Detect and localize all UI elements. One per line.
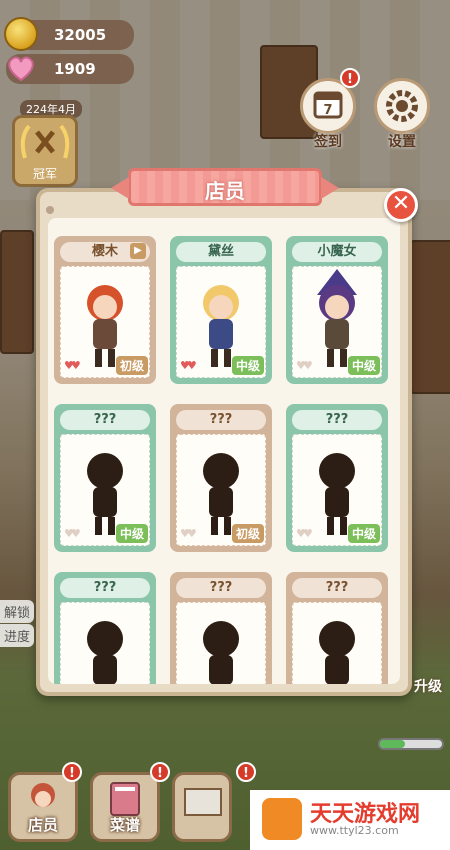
close-button[interactable]: ✕ <box>384 188 418 222</box>
affection-hearts-icon: ♥♥ <box>180 359 197 372</box>
staff-card-locked[interactable]: ??? ♥♥ 中级 <box>54 404 156 552</box>
panel-pin-dot <box>46 206 54 214</box>
heart-icon <box>4 51 38 85</box>
nav-recipe-button[interactable]: 菜谱 <box>90 772 160 842</box>
staff-level-badge: 中级 <box>347 356 380 375</box>
settings-button[interactable]: 设置 <box>374 78 430 150</box>
affection-hearts-icon: ♥♥ <box>296 527 313 540</box>
nav-shop-button[interactable] <box>172 772 232 842</box>
staff-level-badge: 中级 <box>115 524 148 543</box>
staff-card-name: ??? <box>292 578 382 598</box>
site-watermark: 天天游戏网 www.ttyl23.com <box>250 790 450 850</box>
shop-icon <box>184 788 222 816</box>
staff-alert-badge: ! <box>62 762 82 782</box>
upgrade-progress-fill <box>380 740 405 748</box>
character-figure <box>87 621 123 684</box>
shop-alert-badge: ! <box>236 762 256 782</box>
staff-card-name: ??? <box>60 410 150 430</box>
watermark-logo <box>262 798 302 840</box>
nav-recipe-label: 菜谱 <box>109 816 140 834</box>
unlock-label: 解锁 <box>0 600 35 623</box>
video-icon[interactable]: ▶ <box>130 243 146 259</box>
trophy-label: 冠军 <box>32 167 57 181</box>
staff-level-badge: 中级 <box>347 524 380 543</box>
staff-card-locked[interactable]: ???♥♥ <box>286 572 388 684</box>
watermark-url: www.ttyl23.com <box>310 824 399 837</box>
character-figure <box>203 621 239 684</box>
staff-card[interactable]: 樱木 ▶ ♥♥ 初级 <box>54 236 156 384</box>
staff-modal: 樱木 ▶ ♥♥ 初级 黛丝 ♥♥ 中级 小魔女 ♥♥ 中级??? ♥♥ 中级??? ♥♥ 初级??? ♥♥ 中… <box>36 188 412 696</box>
staff-card-locked[interactable]: ??? ♥♥ 初级 <box>170 404 272 552</box>
staff-level-badge: 初级 <box>115 356 148 375</box>
staff-card-name: ??? <box>60 578 150 598</box>
staff-card[interactable]: 小魔女 ♥♥ 中级 <box>286 236 388 384</box>
staff-card-locked[interactable]: ???♥♥ <box>54 572 156 684</box>
nav-staff-label: 店员 <box>27 816 58 834</box>
upgrade-label[interactable]: 升级 <box>414 676 442 696</box>
staff-card-name: ??? <box>176 410 266 430</box>
coin-value: 32005 <box>54 26 107 44</box>
recipe-alert-badge: ! <box>150 762 170 782</box>
staff-card[interactable]: 黛丝 ♥♥ 中级 <box>170 236 272 384</box>
affection-hearts-icon: ♥♥ <box>180 527 197 540</box>
staff-level-badge: 中级 <box>231 356 264 375</box>
affection-hearts-icon: ♥♥ <box>296 359 313 372</box>
staff-level-badge: 初级 <box>231 524 264 543</box>
progress-label: 进度 <box>0 624 35 647</box>
checkin-label: 签到 <box>314 134 342 150</box>
calendar-day: 7 <box>323 103 332 118</box>
coin-icon <box>4 17 38 51</box>
checkin-alert-badge: ! <box>340 68 360 88</box>
calendar-icon: 7 <box>313 91 343 119</box>
nav-staff-button[interactable]: 店员 <box>8 772 78 842</box>
settings-label: 设置 <box>388 134 416 150</box>
staff-grid: 樱木 ▶ ♥♥ 初级 黛丝 ♥♥ 中级 小魔女 ♥♥ 中级??? ♥♥ 中级??? ♥♥ 初级??? ♥♥ 中… <box>48 218 400 684</box>
staff-card-name: 黛丝 <box>176 242 266 262</box>
staff-portrait <box>176 602 266 684</box>
gear-icon <box>386 90 418 122</box>
modal-title-banner: 店员 <box>128 168 322 206</box>
trophy-icon <box>20 124 70 159</box>
character-figure <box>319 621 355 684</box>
trophy-button[interactable]: 冠军 <box>12 115 78 187</box>
staff-portrait <box>292 602 382 684</box>
staff-card-name: 小魔女 <box>292 242 382 262</box>
staff-card-locked[interactable]: ??? ♥♥ 中级 <box>286 404 388 552</box>
upgrade-progress-bar <box>378 738 444 750</box>
affection-hearts-icon: ♥♥ <box>64 359 81 372</box>
staff-portrait <box>60 602 150 684</box>
modal-title: 店员 <box>205 179 245 203</box>
affection-hearts-icon: ♥♥ <box>64 527 81 540</box>
coin-counter: 32005 <box>4 17 134 51</box>
staff-card-name: ??? <box>292 410 382 430</box>
heart-value: 1909 <box>54 60 96 78</box>
staff-card-name: ??? <box>176 578 266 598</box>
staff-card-locked[interactable]: ???♥♥ <box>170 572 272 684</box>
heart-counter: 1909 <box>6 54 134 84</box>
